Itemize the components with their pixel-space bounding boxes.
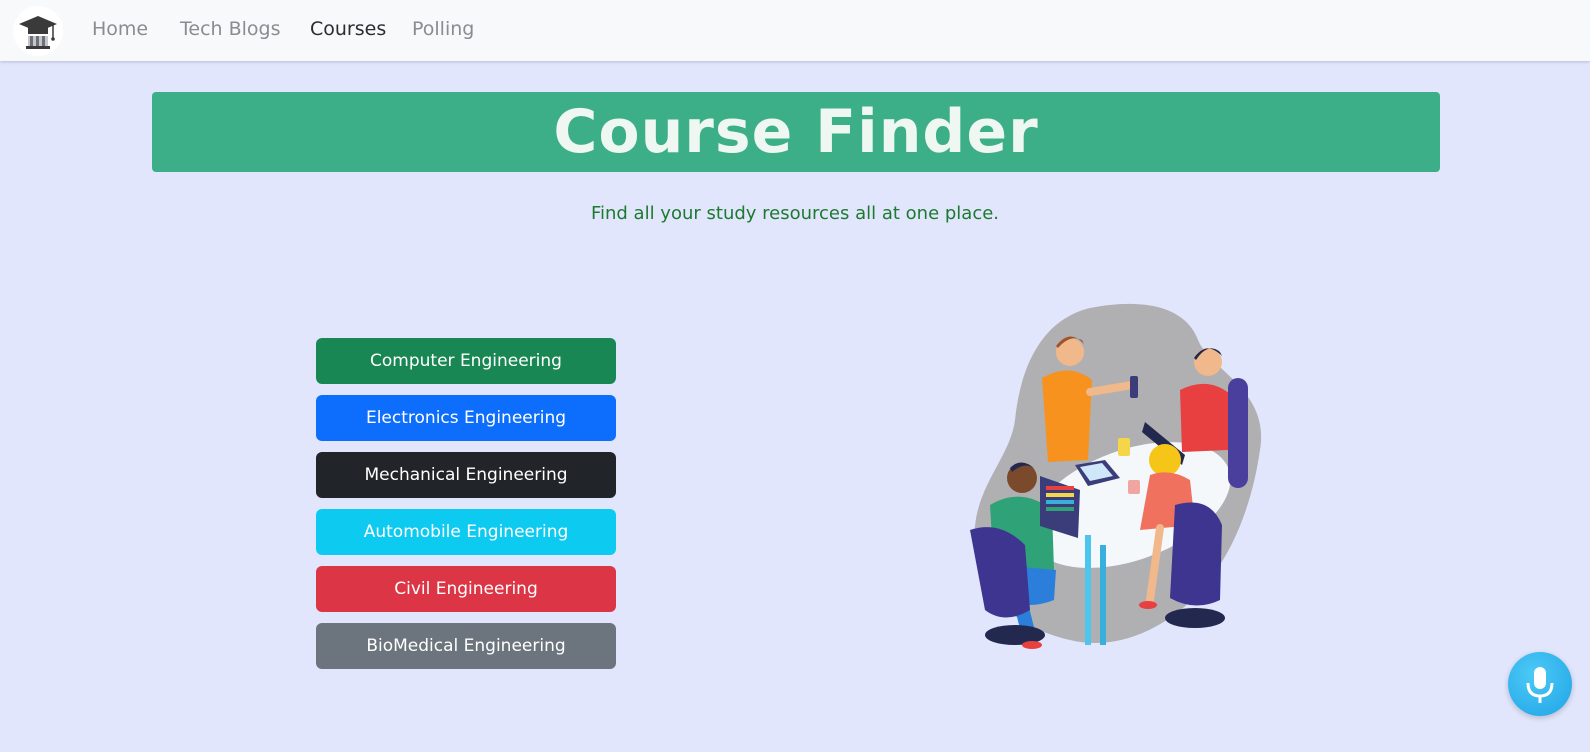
page-title: Course Finder (553, 97, 1039, 167)
voice-search-button[interactable] (1508, 652, 1572, 716)
biomedical-engineering-button[interactable]: BioMedical Engineering (316, 623, 616, 669)
microphone-icon (1526, 667, 1554, 703)
graduation-cap-logo-icon[interactable] (13, 6, 63, 56)
civil-engineering-button[interactable]: Civil Engineering (316, 566, 616, 612)
title-banner: Course Finder (152, 92, 1440, 172)
nav-home[interactable]: Home (92, 18, 148, 40)
mechanical-engineering-button[interactable]: Mechanical Engineering (316, 452, 616, 498)
students-studying-illustration (970, 300, 1280, 674)
tagline: Find all your study resources all at one… (590, 203, 1000, 224)
nav-tech-blogs[interactable]: Tech Blogs (180, 18, 281, 40)
navbar: Home Tech Blogs Courses Polling (0, 0, 1590, 61)
automobile-engineering-button[interactable]: Automobile Engineering (316, 509, 616, 555)
electronics-engineering-button[interactable]: Electronics Engineering (316, 395, 616, 441)
nav-courses[interactable]: Courses (310, 18, 386, 40)
nav-polling[interactable]: Polling (412, 18, 474, 40)
computer-engineering-button[interactable]: Computer Engineering (316, 338, 616, 384)
